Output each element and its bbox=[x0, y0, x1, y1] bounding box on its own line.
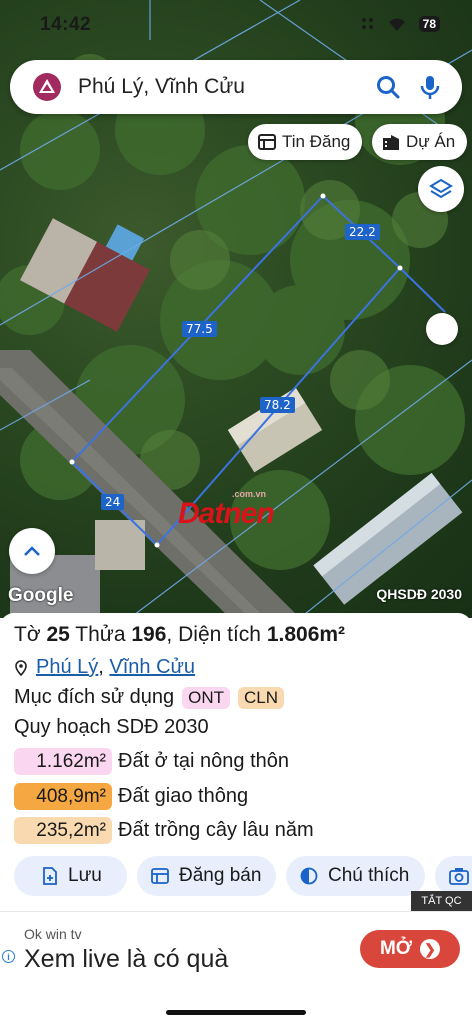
ad-advertiser: Ok win tv bbox=[24, 926, 82, 942]
status-time: 14:42 bbox=[40, 14, 92, 35]
dimension-label: 77.5 bbox=[182, 321, 217, 337]
area-value-badge: 235,2m² bbox=[14, 817, 112, 844]
parcel-info-sheet: Tờ 25 Thửa 196, Diện tích 1.806m² Phú Lý… bbox=[0, 613, 472, 909]
legend-label: Chú thích bbox=[328, 865, 410, 886]
watermark-text: Datnen bbox=[178, 497, 275, 530]
watermark-logo: Datnen .com.vn bbox=[178, 489, 275, 531]
location-marker[interactable] bbox=[426, 313, 458, 345]
contrast-icon bbox=[300, 867, 318, 885]
home-indicator[interactable] bbox=[166, 1010, 306, 1015]
status-icons: 78 bbox=[361, 16, 440, 32]
post-sale-label: Đăng bán bbox=[179, 865, 262, 886]
dimension-label: 78.2 bbox=[260, 397, 295, 413]
area-value-badge: 1.162m² bbox=[14, 748, 112, 775]
sheet-number: 25 bbox=[46, 623, 70, 646]
area-type-label: Đất trồng cây lâu năm bbox=[118, 819, 314, 841]
watermark-domain: .com.vn bbox=[232, 489, 267, 499]
ad-open-button[interactable]: MỞ ❯ bbox=[360, 930, 460, 968]
search-bar[interactable]: Phú Lý, Vĩnh Cửu bbox=[10, 60, 462, 114]
camera-button[interactable] bbox=[435, 856, 472, 896]
plan-label: Quy hoạch SDĐ 2030 bbox=[14, 716, 209, 738]
save-icon bbox=[43, 867, 57, 885]
area-value: 1.806m² bbox=[266, 623, 346, 646]
save-label: Lưu bbox=[68, 865, 102, 886]
building-icon bbox=[383, 135, 399, 150]
layers-button[interactable] bbox=[418, 166, 464, 212]
dimension-label: 24 bbox=[101, 494, 125, 510]
area-label: Diện tích bbox=[178, 623, 261, 646]
microphone-icon[interactable] bbox=[416, 73, 444, 101]
save-button[interactable]: Lưu bbox=[14, 856, 127, 896]
camera-icon bbox=[449, 868, 469, 885]
plot-number: 196 bbox=[131, 623, 167, 646]
legend-button[interactable]: Chú thích bbox=[286, 856, 425, 896]
area-row-residential: 1.162m² Đất ở tại nông thôn bbox=[14, 748, 289, 775]
listings-icon bbox=[258, 134, 276, 150]
close-ad-button[interactable]: TẮT QC bbox=[411, 891, 472, 911]
ad-open-label: MỞ bbox=[379, 938, 413, 959]
post-sale-button[interactable]: Đăng bán bbox=[137, 856, 276, 896]
chevron-right-icon: ❯ bbox=[420, 939, 441, 959]
map-layer-label: QHSDĐ 2030 bbox=[376, 586, 462, 602]
area-value-badge: 408,9m² bbox=[14, 783, 112, 810]
area-type-label: Đất ở tại nông thôn bbox=[118, 750, 290, 772]
ward-link[interactable]: Phú Lý bbox=[36, 656, 98, 679]
ad-info-icon[interactable]: i bbox=[2, 950, 15, 963]
status-bar: 14:42 78 bbox=[0, 0, 472, 50]
app-logo-icon bbox=[33, 73, 61, 101]
location-separator: , bbox=[98, 656, 110, 678]
purpose-tag-cln: CLN bbox=[238, 686, 285, 709]
title-separator: , bbox=[166, 623, 173, 646]
listing-icon bbox=[151, 868, 169, 884]
ad-banner[interactable]: i Ok win tv Xem live là có quà MỞ ❯ bbox=[0, 911, 472, 987]
bottom-area bbox=[0, 987, 472, 1024]
purpose-label: Mục đích sử dụng bbox=[14, 686, 175, 708]
sheet-label: Tờ bbox=[14, 623, 41, 646]
battery-icon: 78 bbox=[418, 16, 440, 32]
dimension-label: 22.2 bbox=[345, 224, 380, 240]
projects-label: Dự Án bbox=[406, 132, 456, 151]
location-pin-icon bbox=[15, 659, 27, 676]
area-row-transport: 408,9m² Đất giao thông bbox=[14, 783, 248, 810]
listings-label: Tin Đăng bbox=[282, 132, 351, 151]
parcel-title: Tờ 25 Thửa 196, Diện tích 1.806m² bbox=[14, 623, 345, 647]
wifi-icon bbox=[388, 18, 405, 31]
search-icon[interactable] bbox=[374, 73, 402, 101]
district-link[interactable]: Vĩnh Cửu bbox=[109, 656, 195, 679]
land-purpose: Mục đích sử dụng ONT CLN bbox=[14, 686, 285, 709]
area-row-perennial: 235,2m² Đất trồng cây lâu năm bbox=[14, 817, 314, 844]
projects-button[interactable]: Dự Án bbox=[372, 124, 468, 160]
area-type-label: Đất giao thông bbox=[118, 785, 249, 807]
plot-label: Thửa bbox=[75, 623, 126, 646]
chevron-up-icon bbox=[24, 546, 40, 556]
signal-icon bbox=[361, 18, 373, 29]
ad-headline: Xem live là có quà bbox=[24, 945, 229, 973]
search-input[interactable]: Phú Lý, Vĩnh Cửu bbox=[78, 75, 374, 99]
listings-button[interactable]: Tin Đăng bbox=[248, 124, 363, 160]
purpose-tag-ont: ONT bbox=[182, 686, 231, 709]
layers-icon bbox=[429, 178, 453, 199]
map-attribution: Google bbox=[8, 585, 74, 606]
expand-sheet-button[interactable] bbox=[9, 528, 55, 574]
action-buttons: Lưu Đăng bán Chú thích bbox=[14, 856, 472, 896]
parcel-location: Phú Lý, Vĩnh Cửu bbox=[14, 656, 195, 679]
